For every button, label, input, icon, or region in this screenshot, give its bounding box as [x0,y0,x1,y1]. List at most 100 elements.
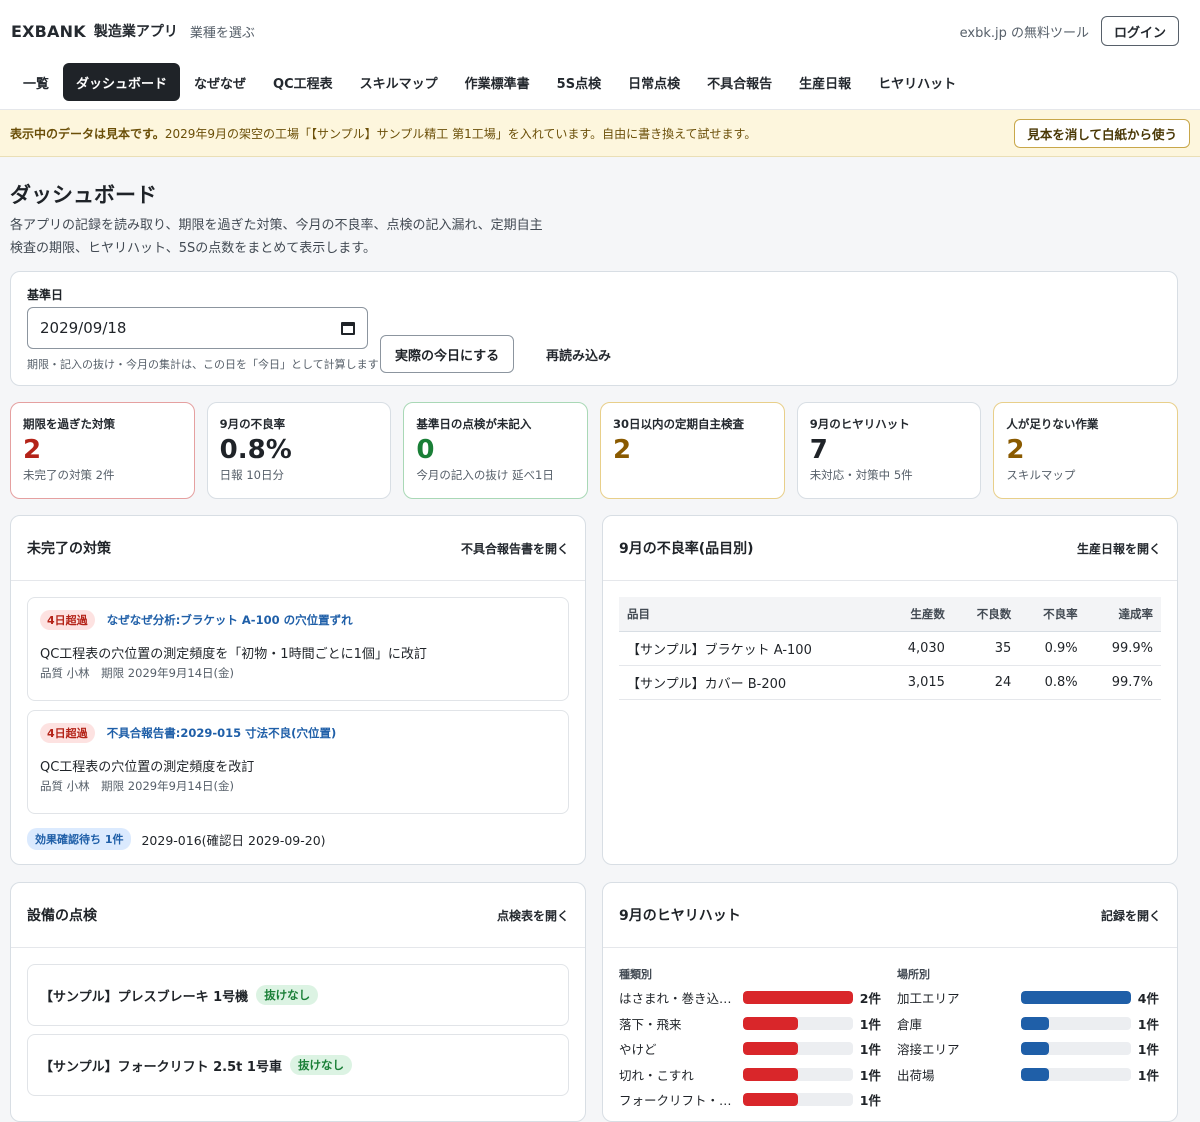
kpi-understaffed-tasks[interactable]: 人が足りない作業 2 スキルマップ [993,402,1179,499]
open-defect-report-link[interactable]: 不具合報告書を開く [461,540,569,557]
by-type-column: 種類別 はさまれ・巻き込まれ 2件 落下・飛来 1件 やけど 1件 切れ・こすれ 1件 フォーク… [619,966,881,1113]
bar-count: 2件 [859,991,881,1007]
kpi-defect-rate[interactable]: 9月の不良率 0.8% 日報 10日分 [206,402,392,499]
table-cell: 4,030 [882,631,953,666]
bar-label: 落下・飛来 [619,1016,682,1032]
waiting-badge: 効果確認待ち 1件 [27,828,132,850]
action-item[interactable]: 4日超過 なぜなぜ分析:ブラケット A-100 の穴位置ずれ QC工程表の穴位置… [27,597,569,701]
kpi-value: 2 [613,435,632,465]
bar-track [743,1016,853,1030]
tab-qc-process[interactable]: QC工程表 [260,63,346,101]
calendar-icon[interactable] [341,321,355,335]
action-meta: 品質 小林 期限 2029年9月14日(金) [40,666,234,680]
action-source-link[interactable]: なぜなぜ分析:ブラケット A-100 の穴位置ずれ [107,612,353,628]
kpi-value: 7 [809,435,828,465]
kpi-value: 2 [23,435,42,465]
action-item[interactable]: 4日超過 不具合報告書:2029-015 寸法不良(穴位置) QC工程表の穴位置… [27,710,569,814]
reference-date-input[interactable]: 2029/09/18 [27,307,368,349]
kpi-overdue-actions[interactable]: 期限を過ぎた対策 2 未完了の対策 2件 [10,402,195,499]
bar-track [1021,1016,1131,1030]
bar-count: 1件 [859,1016,881,1032]
brand-logo[interactable]: EXBANK [11,22,86,41]
equipment-item[interactable]: 【サンプル】プレスブレーキ 1号機 抜けなし [27,964,569,1026]
panel-header: 9月の不良率(品目別) 生産日報を開く [603,516,1177,581]
bar-label: 加工エリア [897,991,960,1007]
table-cell: 99.7% [1085,665,1161,700]
top-bar: EXBANK 製造業アプリ 業種を選ぶ exbk.jp の無料ツール ログイン … [0,0,1200,110]
tab-daily-check[interactable]: 日常点検 [615,63,693,101]
sample-data-notice: 表示中のデータは見本です。2029年9月の架空の工場「【サンプル】サンプル精工 … [0,110,1200,157]
status-badge: 抜けなし [256,985,319,1005]
clear-sample-button[interactable]: 見本を消して白紙から使う [1014,118,1190,148]
kpi-near-miss[interactable]: 9月のヒヤリハット 7 未対応・対策中 5件 [796,402,982,499]
by-place-rows: 加工エリア 4件 倉庫 1件 溶接エリア 1件 出荷場 1件 [897,985,1159,1087]
table-cell: 24 [952,665,1020,700]
kpi-title: 人が足りない作業 [1006,417,1099,431]
page-description: 各アプリの記録を読み取り、期限を過ぎた対策、今月の不良率、点検の記入漏れ、定期自… [10,218,543,256]
tab-near-miss[interactable]: ヒヤリハット [865,63,969,101]
tab-dashboard[interactable]: ダッシュボード [63,63,181,101]
table-cell: 【サンプル】カバー B-200 [619,665,883,700]
bar-count: 1件 [1137,1067,1159,1083]
equipment-name: 【サンプル】フォークリフト 2.5t 1号車 [40,1059,282,1075]
kpi-periodic-inspections[interactable]: 30日以内の定期自主検査 2 [600,402,785,499]
by-place-column: 場所別 加工エリア 4件 倉庫 1件 溶接エリア 1件 出荷場 1件 [897,966,1159,1113]
table-cell: 3,015 [882,665,953,700]
bar-label: 倉庫 [897,1016,923,1032]
kpi-row: 期限を過ぎた対策 2 未完了の対策 2件 9月の不良率 0.8% 日報 10日分… [10,402,1179,499]
bar-row: 落下・飛来 1件 [619,1011,881,1037]
kpi-sub: スキルマップ [1006,468,1076,482]
brand-row: EXBANK 製造業アプリ 業種を選ぶ exbk.jp の無料ツール ログイン [0,0,1200,62]
set-today-button[interactable]: 実際の今日にする [380,335,515,373]
kpi-title: 9月の不良率 [219,417,286,431]
waiting-text: 2029-016(確認日 2029-09-20) [141,832,326,848]
panel-header: 9月のヒヤリハット 記録を開く [603,883,1177,948]
table-cell: 0.9% [1019,631,1086,666]
reference-date-hint: 期限・記入の抜け・今月の集計は、この日を「今日」として計算します [27,358,379,371]
open-records-link[interactable]: 記録を開く [1101,907,1161,924]
bar-fill [743,1042,798,1056]
tab-5s-check[interactable]: 5S点検 [544,63,614,101]
external-tools-link[interactable]: exbk.jp の無料ツール [960,22,1089,41]
reload-button[interactable]: 再読み込み [546,335,611,373]
equipment-item[interactable]: 【サンプル】フォークリフト 2.5t 1号車 抜けなし [27,1034,569,1096]
tab-naze-naze[interactable]: なぜなぜ [181,63,259,101]
equipment-name: 【サンプル】プレスブレーキ 1号機 [40,989,249,1005]
panel-header: 設備の点検 点検表を開く [11,883,585,948]
app-name: 製造業アプリ [93,24,178,40]
tab-list[interactable]: 一覧 [10,63,62,101]
bar-fill [743,1067,798,1081]
column-header: 品目 [619,597,883,632]
tab-work-standard[interactable]: 作業標準書 [452,63,543,101]
tab-skill-map[interactable]: スキルマップ [347,63,451,101]
table-row: 【サンプル】ブラケット A-100 4,030 35 0.9% 99.9% [619,631,1161,666]
bar-fill [1021,1016,1049,1030]
by-type-rows: はさまれ・巻き込まれ 2件 落下・飛来 1件 やけど 1件 切れ・こすれ 1件 フォークリフト・… [619,985,881,1113]
status-badge: 抜けなし [289,1055,352,1075]
defect-rate-panel: 9月の不良率(品目別) 生産日報を開く 品目 生産数 不良数 不良率 達成率 【… [602,515,1178,865]
effect-check-waiting: 効果確認待ち 1件 2029-016(確認日 2029-09-20) [27,828,569,850]
kpi-unrecorded-checks[interactable]: 基準日の点検が未記入 0 今月の記入の抜け 延べ1日 [403,402,589,499]
bar-count: 1件 [859,1067,881,1083]
by-type-heading: 種類別 [619,968,652,981]
action-source-link[interactable]: 不具合報告書:2029-015 寸法不良(穴位置) [107,725,336,741]
bar-label: 溶接エリア [897,1042,960,1058]
panel-title: 9月の不良率(品目別) [619,541,754,557]
open-production-daily-link[interactable]: 生産日報を開く [1077,540,1161,557]
panel-title: 未完了の対策 [27,541,111,557]
login-button[interactable]: ログイン [1100,16,1179,46]
bar-fill [743,1016,798,1030]
notice-bold: 表示中のデータは見本です。 [10,126,165,141]
kpi-title: 基準日の点検が未記入 [416,417,532,431]
tab-production-daily[interactable]: 生産日報 [786,63,864,101]
bar-fill [1021,1042,1049,1056]
choose-industry-link[interactable]: 業種を選ぶ [190,22,255,41]
bar-label: 切れ・こすれ [619,1067,694,1083]
notice-text: 表示中のデータは見本です。2029年9月の架空の工場「【サンプル】サンプル精工 … [10,125,756,142]
open-checksheet-link[interactable]: 点検表を開く [497,907,569,924]
table-cell: 35 [952,631,1020,666]
reference-date-card: 基準日 2029/09/18 期限・記入の抜け・今月の集計は、この日を「今日」と… [10,271,1178,386]
tab-defect-report[interactable]: 不具合報告 [694,63,785,101]
bar-row: 切れ・こすれ 1件 [619,1062,881,1088]
bar-track [1021,1042,1131,1056]
